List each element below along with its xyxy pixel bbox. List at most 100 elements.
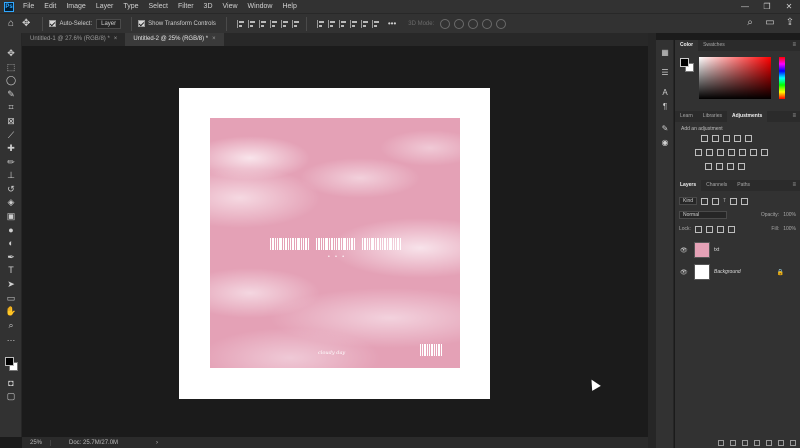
more-options-icon[interactable]: ••• xyxy=(388,19,396,28)
foreground-color-swatch[interactable] xyxy=(5,357,14,366)
hue-slider[interactable] xyxy=(779,57,785,99)
tab-close-icon[interactable]: × xyxy=(212,33,216,46)
black-white-icon[interactable] xyxy=(717,149,724,156)
gradient-map-icon[interactable] xyxy=(727,163,734,170)
tab-color[interactable]: Color xyxy=(675,40,699,51)
brushes-icon[interactable]: ✎ xyxy=(660,124,670,134)
clone-stamp-icon[interactable]: ⊥ xyxy=(5,169,17,181)
type-tool-icon[interactable]: T xyxy=(5,264,17,276)
crop-tool-icon[interactable]: ⌗ xyxy=(5,101,17,113)
properties-icon[interactable]: ☰ xyxy=(660,68,670,78)
layer-style-icon[interactable] xyxy=(730,440,736,446)
healing-brush-icon[interactable]: ✚ xyxy=(5,142,17,154)
lock-position-icon[interactable] xyxy=(716,225,724,233)
panel-menu-icon[interactable]: ≡ xyxy=(792,40,800,51)
menu-file[interactable]: File xyxy=(18,0,39,13)
channel-mixer-icon[interactable] xyxy=(739,149,746,156)
menu-help[interactable]: Help xyxy=(277,0,301,13)
move-tool-icon[interactable]: ✥ xyxy=(22,18,30,29)
menu-3d[interactable]: 3D xyxy=(199,0,218,13)
brightness-icon[interactable] xyxy=(701,135,708,142)
close-button[interactable]: ✕ xyxy=(778,0,800,13)
lock-transparent-icon[interactable] xyxy=(694,225,702,233)
tab-untitled-1[interactable]: Untitled-1 @ 27.6% (RGB/8) * × xyxy=(22,33,125,46)
quick-select-tool-icon[interactable]: ✎ xyxy=(5,88,17,100)
menu-edit[interactable]: Edit xyxy=(39,0,61,13)
history-icon[interactable]: ▦ xyxy=(660,48,670,58)
history-brush-icon[interactable]: ↺ xyxy=(5,183,17,195)
rectangle-tool-icon[interactable]: ▭ xyxy=(5,292,17,304)
move-tool-icon[interactable]: ✥ xyxy=(5,47,17,59)
path-select-tool-icon[interactable]: ➤ xyxy=(5,278,17,290)
color-field[interactable] xyxy=(699,57,771,99)
document-canvas[interactable]: • • • cloudy day xyxy=(179,88,490,399)
posterize-icon[interactable] xyxy=(705,163,712,170)
filter-type-icon[interactable]: T xyxy=(723,198,726,204)
search-icon[interactable]: ⌕ xyxy=(744,17,756,28)
menu-view[interactable]: View xyxy=(218,0,243,13)
layer-name[interactable]: txt xyxy=(714,247,719,253)
levels-icon[interactable] xyxy=(712,135,719,142)
canvas-area[interactable]: • • • cloudy day xyxy=(22,46,648,437)
zoom-level[interactable]: 25% xyxy=(22,439,52,446)
align-left-icon[interactable] xyxy=(236,19,245,28)
menu-image[interactable]: Image xyxy=(61,0,90,13)
3d-roll-icon[interactable] xyxy=(454,18,465,29)
distribute-center-icon[interactable] xyxy=(360,19,369,28)
align-middle-icon[interactable] xyxy=(280,19,289,28)
distribute-left-icon[interactable] xyxy=(349,19,358,28)
marquee-tool-icon[interactable]: ⬚ xyxy=(5,61,17,73)
status-menu-arrow[interactable]: › xyxy=(156,440,158,446)
menu-window[interactable]: Window xyxy=(243,0,278,13)
3d-slide-icon[interactable] xyxy=(482,18,493,29)
workspace-icon[interactable]: ▭ xyxy=(764,17,776,28)
distribute-bottom-icon[interactable] xyxy=(338,19,347,28)
eyedropper-tool-icon[interactable]: ⟋ xyxy=(5,129,17,141)
pen-tool-icon[interactable]: ✒ xyxy=(5,251,17,263)
3d-scale-icon[interactable] xyxy=(496,18,507,29)
actions-icon[interactable]: ◉ xyxy=(660,138,670,148)
share-icon[interactable]: ⇪ xyxy=(784,17,796,28)
visibility-eye-icon[interactable]: 👁 xyxy=(680,269,692,276)
align-top-icon[interactable] xyxy=(269,19,278,28)
menu-type[interactable]: Type xyxy=(118,0,143,13)
tab-close-icon[interactable]: × xyxy=(114,33,118,46)
visibility-eye-icon[interactable]: 👁 xyxy=(680,247,692,254)
blend-mode-dropdown[interactable]: Normal xyxy=(679,211,727,219)
kind-filter-dropdown[interactable]: Kind xyxy=(679,197,698,205)
threshold-icon[interactable] xyxy=(716,163,723,170)
gradient-tool-icon[interactable]: ▣ xyxy=(5,210,17,222)
layer-row-background[interactable]: 👁 Background 🔒 xyxy=(675,262,800,282)
3d-orbit-icon[interactable] xyxy=(440,18,451,29)
curves-icon[interactable] xyxy=(723,135,730,142)
frame-tool-icon[interactable]: ⊠ xyxy=(5,115,17,127)
quick-mask-icon[interactable]: ◘ xyxy=(5,377,17,389)
foreground-color-swatch[interactable] xyxy=(680,58,689,67)
menu-filter[interactable]: Filter xyxy=(173,0,199,13)
panel-menu-icon[interactable]: ≡ xyxy=(792,111,800,122)
distribute-right-icon[interactable] xyxy=(371,19,380,28)
lock-image-icon[interactable] xyxy=(705,225,713,233)
selective-color-icon[interactable] xyxy=(738,163,745,170)
layer-name[interactable]: Background xyxy=(714,269,741,275)
color-lookup-icon[interactable] xyxy=(750,149,757,156)
edit-toolbar-icon[interactable]: … xyxy=(5,332,17,344)
tab-swatches[interactable]: Swatches xyxy=(698,40,730,51)
auto-select-dropdown[interactable]: Layer xyxy=(96,18,122,29)
add-mask-icon[interactable] xyxy=(742,440,748,446)
filter-adjustment-icon[interactable] xyxy=(712,197,720,205)
invert-icon[interactable] xyxy=(761,149,768,156)
tab-layers[interactable]: Layers xyxy=(675,180,702,191)
lock-all-icon[interactable] xyxy=(727,225,735,233)
exposure-icon[interactable] xyxy=(734,135,741,142)
photo-filter-icon[interactable] xyxy=(728,149,735,156)
screen-mode-icon[interactable]: ▢ xyxy=(5,390,17,402)
filter-pixel-icon[interactable] xyxy=(701,197,709,205)
paragraph-icon[interactable]: ¶ xyxy=(660,102,670,112)
align-center-icon[interactable] xyxy=(247,19,256,28)
auto-select-checkbox[interactable] xyxy=(49,20,57,27)
filter-shape-icon[interactable] xyxy=(730,197,738,205)
layer-row-txt[interactable]: 👁 txt xyxy=(675,240,800,260)
distribute-top-icon[interactable] xyxy=(316,19,325,28)
home-icon[interactable]: ⌂ xyxy=(8,18,14,29)
